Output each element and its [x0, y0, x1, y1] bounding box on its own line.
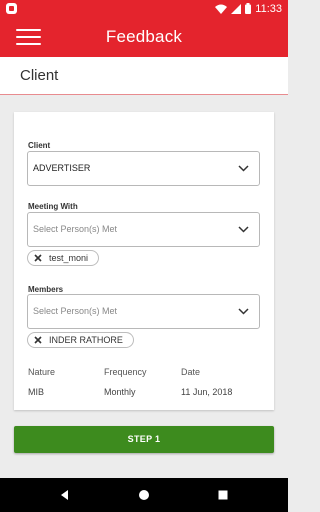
section-title: Client	[20, 67, 59, 84]
members-select[interactable]: Select Person(s) Met	[27, 294, 260, 329]
section-header: Client	[0, 57, 288, 95]
frequency-label: Frequency	[104, 367, 147, 377]
back-icon[interactable]	[57, 487, 73, 503]
status-time: 11:33	[255, 2, 282, 15]
feedback-form-card: Client ADVERTISER Meeting With Select Pe…	[14, 112, 274, 410]
battery-icon	[245, 3, 252, 14]
members-label: Members	[28, 285, 64, 294]
recents-icon[interactable]	[215, 487, 231, 503]
app-notification-icon	[6, 3, 17, 14]
step-1-button[interactable]: STEP 1	[14, 426, 274, 453]
meeting-with-placeholder: Select Person(s) Met	[33, 224, 118, 234]
app-title: Feedback	[105, 27, 183, 46]
home-icon[interactable]	[136, 487, 152, 503]
client-label: Client	[28, 141, 51, 150]
app-bar: Feedback	[0, 17, 288, 57]
chevron-down-icon	[238, 165, 249, 172]
signal-icon	[231, 3, 242, 14]
meeting-with-label: Meeting With	[28, 202, 78, 211]
date-value: 11 Jun, 2018	[181, 387, 233, 397]
members-chip: INDER RATHORE	[27, 332, 134, 348]
members-placeholder: Select Person(s) Met	[33, 306, 118, 316]
close-icon[interactable]	[33, 335, 43, 345]
chevron-down-icon	[238, 226, 249, 233]
wifi-icon	[215, 4, 228, 14]
nature-value: MIB	[28, 387, 45, 397]
nature-label: Nature	[28, 367, 56, 377]
status-icons: 11:33	[215, 1, 282, 16]
meeting-with-chip: test_moni	[27, 250, 100, 266]
date-label: Date	[181, 367, 201, 377]
meeting-with-select[interactable]: Select Person(s) Met	[27, 212, 260, 247]
chip-label: test_moni	[49, 253, 89, 263]
frequency-value: Monthly	[104, 387, 136, 397]
system-nav-bar	[0, 478, 288, 512]
client-select[interactable]: ADVERTISER	[27, 151, 260, 186]
status-bar: 11:33	[0, 0, 288, 17]
chip-label: INDER RATHORE	[49, 335, 123, 345]
close-icon[interactable]	[33, 253, 43, 263]
client-select-value: ADVERTISER	[33, 163, 91, 173]
chevron-down-icon	[238, 308, 249, 315]
